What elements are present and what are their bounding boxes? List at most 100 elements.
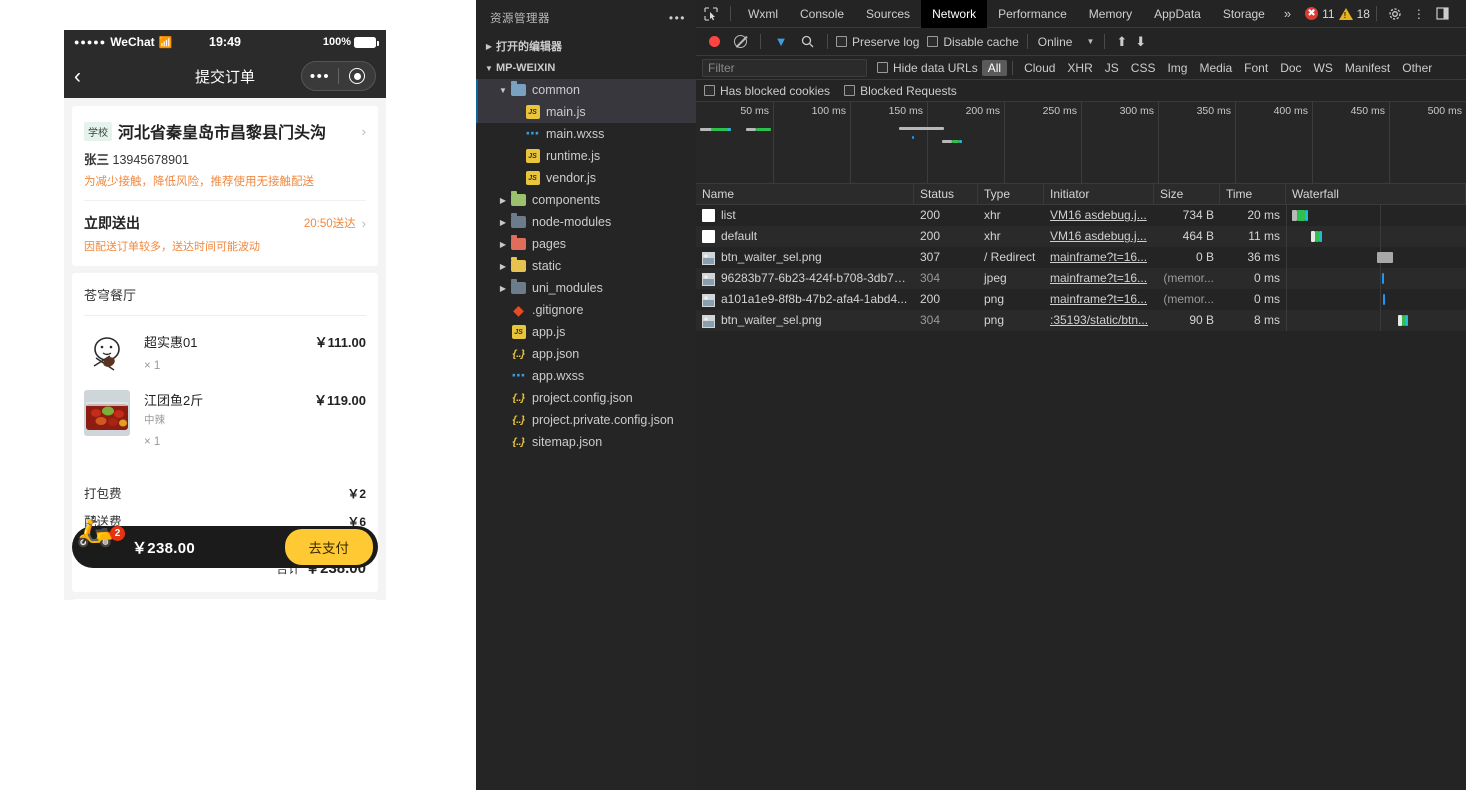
column-header-size[interactable]: Size [1154,184,1220,205]
type-chip-all[interactable]: All [982,60,1007,76]
tree-item-static[interactable]: ▶ static [476,255,696,277]
throttling-select[interactable]: Online ▼ [1036,35,1097,49]
hide-data-urls-checkbox[interactable]: Hide data URLs [877,61,978,75]
explorer-more-icon[interactable]: ••• [669,11,686,25]
tab-console[interactable]: Console [789,0,855,28]
tree-item-sitemap-json[interactable]: {..} sitemap.json [476,431,696,453]
type-chip-other[interactable]: Other [1396,60,1438,76]
filter-funnel-icon[interactable]: ▼ [769,34,793,49]
initiator-link[interactable]: mainframe?t=16... [1050,247,1147,268]
more-vertical-icon[interactable]: ⋮ [1407,7,1431,21]
network-timeline-overview[interactable]: 50 ms100 ms150 ms200 ms250 ms300 ms350 m… [696,102,1466,184]
tree-item-main-wxss[interactable]: ⋯ main.wxss [476,123,696,145]
search-icon[interactable] [795,35,819,48]
type-chip-media[interactable]: Media [1193,60,1238,76]
tab-sources[interactable]: Sources [855,0,921,28]
blocked-requests-checkbox[interactable]: Blocked Requests [844,84,957,98]
chevron-right-icon[interactable]: ▶ [496,218,510,227]
chevron-right-icon[interactable]: ▶ [496,262,510,271]
checkbox-box[interactable] [877,62,888,73]
type-chip-css[interactable]: CSS [1125,60,1162,76]
tree-item-common[interactable]: ▼ common [476,79,696,101]
gear-icon[interactable] [1383,7,1407,21]
capsule-menu-icon[interactable]: ••• [302,68,338,85]
remark-card[interactable]: 备注 推荐使用无接触配送 › [72,599,378,600]
dock-panel-icon[interactable] [1431,7,1455,20]
export-har-icon[interactable]: ⬇ [1132,34,1149,50]
tree-item-runtime-js[interactable]: JS runtime.js [476,145,696,167]
type-chip-cloud[interactable]: Cloud [1018,60,1061,76]
table-row[interactable]: list200xhrVM16 asdebug.j...734 B20 ms [696,205,1466,226]
type-chip-font[interactable]: Font [1238,60,1274,76]
tree-item-components[interactable]: ▶ components [476,189,696,211]
filter-input[interactable] [702,59,867,77]
chevron-down-icon[interactable]: ▼ [496,86,510,95]
checkbox-box[interactable] [844,85,855,96]
tab-wxml[interactable]: Wxml [737,0,789,28]
tree-item-gitignore[interactable]: ◆ .gitignore [476,299,696,321]
capsule-close-icon[interactable] [339,68,375,84]
address-chevron-icon[interactable]: › [362,124,366,139]
has-blocked-cookies-checkbox[interactable]: Has blocked cookies [704,84,830,98]
pay-button[interactable]: 去支付 [285,529,374,565]
explorer-section-project[interactable]: ▼ MP-WEIXIN [476,57,696,79]
tree-item-project-private-config[interactable]: {..} project.private.config.json [476,409,696,431]
tree-item-main-js[interactable]: JS main.js [476,101,696,123]
initiator-link[interactable]: mainframe?t=16... [1050,268,1147,289]
tree-item-app-js[interactable]: JS app.js [476,321,696,343]
type-chip-img[interactable]: Img [1161,60,1193,76]
delivery-chevron-icon[interactable]: › [362,216,366,231]
shop-name[interactable]: 苍穹餐厅 [84,285,366,304]
column-header-status[interactable]: Status [914,184,978,205]
issue-counters[interactable]: ✖ 11 18 [1305,7,1370,21]
table-row[interactable]: btn_waiter_sel.png304png:35193/static/bt… [696,310,1466,331]
initiator-link[interactable]: mainframe?t=16... [1050,289,1147,310]
tab-performance[interactable]: Performance [987,0,1078,28]
disable-cache-checkbox[interactable]: Disable cache [927,35,1018,49]
record-button[interactable] [702,36,726,47]
column-header-initiator[interactable]: Initiator [1044,184,1154,205]
initiator-link[interactable]: VM16 asdebug.j... [1050,205,1147,226]
chevron-right-icon[interactable]: ▶ [496,240,510,249]
tab-memory[interactable]: Memory [1078,0,1143,28]
clear-icon[interactable] [728,35,752,48]
chevron-right-icon[interactable]: ▶ [496,284,510,293]
checkbox-box[interactable] [927,36,938,47]
tree-item-node-modules[interactable]: ▶ node-modules [476,211,696,233]
column-header-type[interactable]: Type [978,184,1044,205]
table-row[interactable]: btn_waiter_sel.png307/ Redirectmainframe… [696,247,1466,268]
checkbox-box[interactable] [704,85,715,96]
tree-item-project-config[interactable]: {..} project.config.json [476,387,696,409]
back-chevron-icon[interactable]: ‹ [74,66,81,87]
inspect-element-icon[interactable] [698,1,724,27]
column-header-name[interactable]: Name [696,184,914,205]
tree-item-app-wxss[interactable]: ⋯ app.wxss [476,365,696,387]
table-row[interactable]: 96283b77-6b23-424f-b708-3db78...304jpegm… [696,268,1466,289]
chevron-right-icon[interactable]: ▶ [496,196,510,205]
tab-overflow-icon[interactable]: » [1276,6,1299,21]
type-chip-manifest[interactable]: Manifest [1339,60,1396,76]
column-header-waterfall[interactable]: Waterfall [1286,184,1466,205]
preserve-log-checkbox[interactable]: Preserve log [836,35,919,49]
column-header-time[interactable]: Time [1220,184,1286,205]
initiator-link[interactable]: VM16 asdebug.j... [1050,226,1147,247]
tab-appdata[interactable]: AppData [1143,0,1212,28]
type-chip-doc[interactable]: Doc [1274,60,1307,76]
import-har-icon[interactable]: ⬆ [1113,34,1130,50]
table-row[interactable]: default200xhrVM16 asdebug.j...464 B11 ms [696,226,1466,247]
checkbox-box[interactable] [836,36,847,47]
type-chip-ws[interactable]: WS [1308,60,1339,76]
tree-item-app-json[interactable]: {..} app.json [476,343,696,365]
wechat-capsule-buttons[interactable]: ••• [301,61,376,91]
delivery-time-row[interactable]: 立即送出 20:50送达 › [84,213,366,233]
table-row[interactable]: a101a1e9-8f8b-47b2-afa4-1abd4...200pngma… [696,289,1466,310]
initiator-link[interactable]: :35193/static/btn... [1050,310,1148,331]
tab-network[interactable]: Network [921,0,987,28]
tab-storage[interactable]: Storage [1212,0,1276,28]
type-chip-xhr[interactable]: XHR [1061,60,1098,76]
tree-item-vendor-js[interactable]: JS vendor.js [476,167,696,189]
explorer-section-open-editors[interactable]: ▶ 打开的编辑器 [476,35,696,57]
type-chip-js[interactable]: JS [1099,60,1125,76]
tree-item-pages[interactable]: ▶ pages [476,233,696,255]
tree-item-uni-modules[interactable]: ▶ uni_modules [476,277,696,299]
